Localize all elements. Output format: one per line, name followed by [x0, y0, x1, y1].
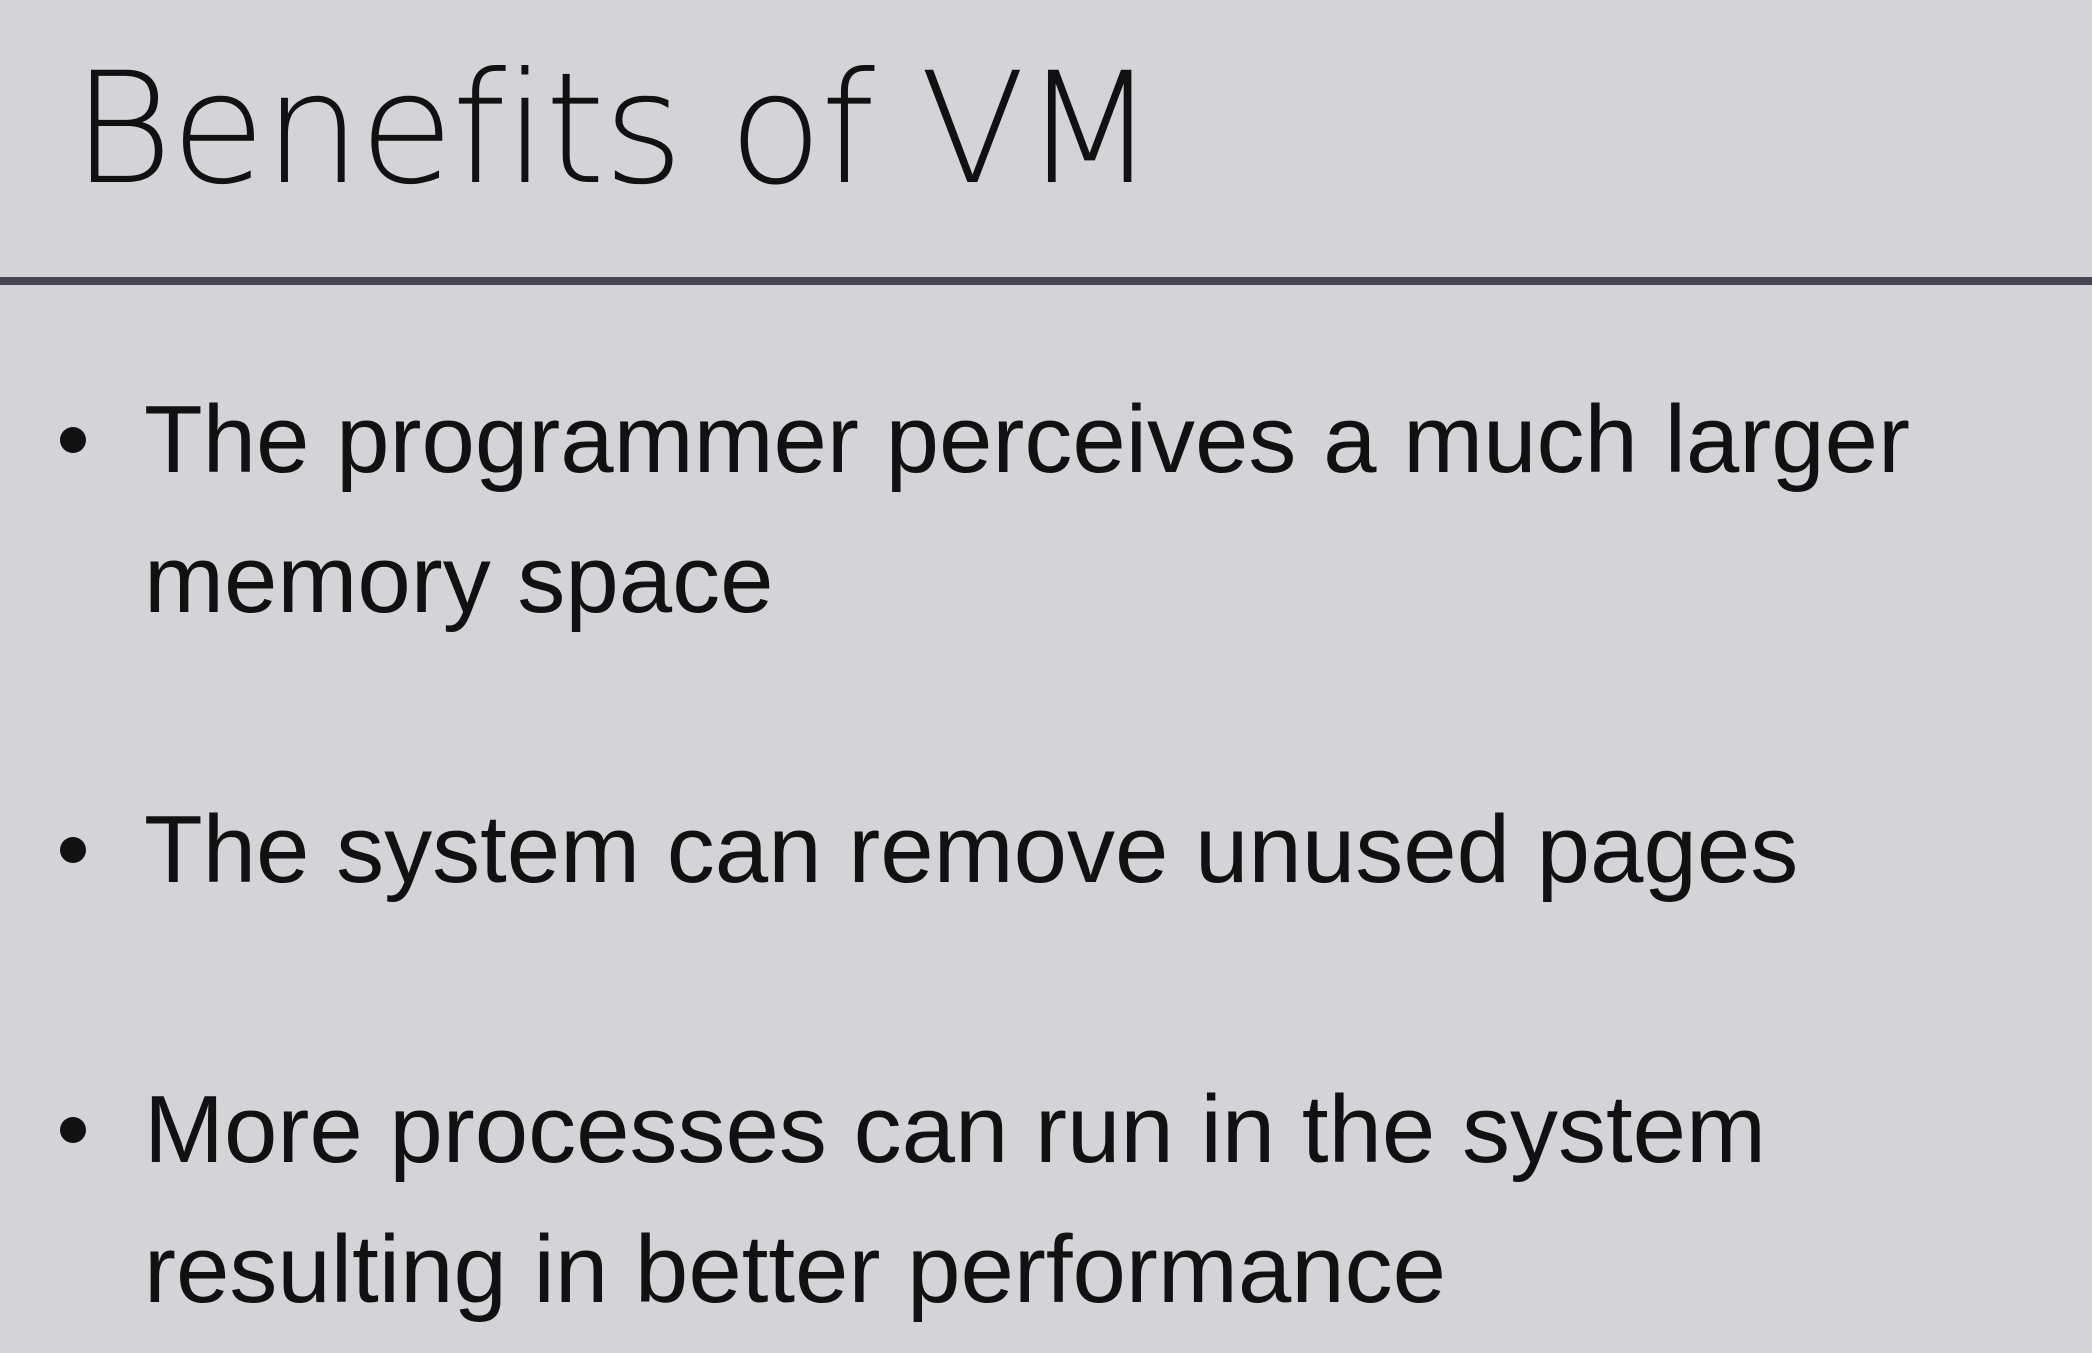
bullet-text: The system can remove unused pages: [144, 796, 1799, 903]
bullet-text: The programmer perceives a much larger m…: [144, 386, 1911, 633]
bullet-icon: [60, 1117, 86, 1143]
bullet-item: More processes can run in the system res…: [60, 1060, 2070, 1340]
title-divider: [0, 277, 2092, 285]
bullet-icon: [60, 427, 86, 453]
bullet-text: More processes can run in the system res…: [144, 1076, 1767, 1323]
bullet-icon: [60, 837, 86, 863]
bullet-item: The system can remove unused pages: [60, 780, 2070, 920]
bullet-item: The programmer perceives a much larger m…: [60, 370, 2070, 650]
slide-title: Benefits of VM: [72, 40, 1156, 219]
bullet-list: The programmer perceives a much larger m…: [60, 370, 2070, 1340]
slide: Benefits of VM The programmer perceives …: [0, 0, 2092, 1353]
